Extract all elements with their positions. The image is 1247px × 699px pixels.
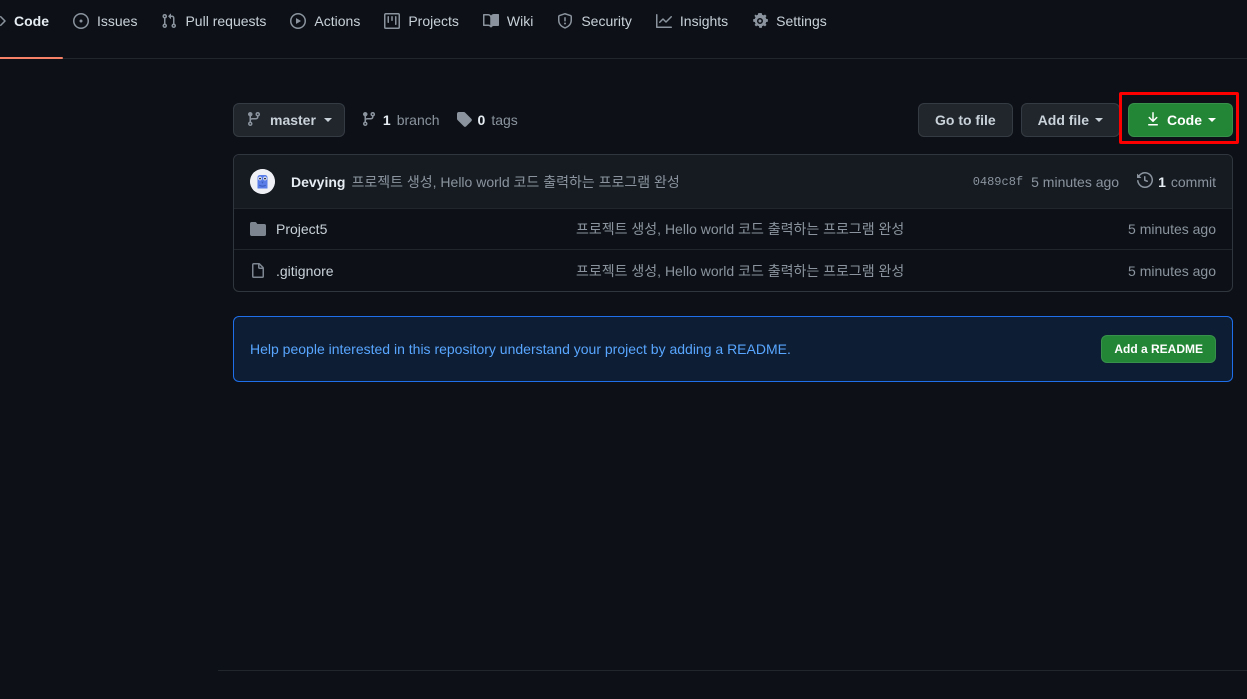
tab-issues-label: Issues: [97, 12, 138, 29]
gear-icon: [752, 12, 769, 54]
book-icon: [482, 13, 499, 54]
play-icon: [290, 12, 307, 54]
code-button-label: Code: [1167, 112, 1202, 128]
toolbar-actions: Go to file Add file Code: [917, 92, 1239, 144]
tab-issues[interactable]: Issues: [65, 0, 153, 66]
branch-count-value: 1: [382, 112, 391, 128]
commit-meta: 0489c8f 5 minutes ago 1 commit: [973, 171, 1216, 191]
code-icon: [0, 13, 6, 54]
nav-tab-list: Code Issues Pull requests Actions Projec…: [0, 0, 843, 66]
tab-code[interactable]: Code: [0, 0, 65, 66]
file-commit-message[interactable]: 프로젝트 생성, Hello world 코드 출력하는 프로그램 완성: [576, 219, 1128, 239]
latest-commit-row: Devying 프로젝트 생성, Hello world 코드 출력하는 프로그…: [234, 155, 1232, 209]
tab-insights[interactable]: Insights: [648, 0, 744, 66]
git-branch-icon: [246, 111, 262, 130]
chevron-down-icon: [323, 118, 332, 122]
tab-settings[interactable]: Settings: [744, 0, 843, 66]
tab-insights-label: Insights: [679, 12, 729, 29]
download-icon: [1145, 111, 1161, 130]
issue-opened-icon: [73, 12, 89, 54]
branch-name-label: master: [270, 112, 316, 128]
file-timestamp: 5 minutes ago: [1128, 221, 1216, 237]
active-tab-underline: [0, 57, 63, 59]
tab-security[interactable]: Security: [549, 0, 648, 66]
readme-prompt-banner: Help people interested in this repositor…: [233, 316, 1233, 382]
branch-selector-button[interactable]: master: [233, 103, 345, 137]
tag-icon: [456, 111, 472, 130]
file-commit-message[interactable]: 프로젝트 생성, Hello world 코드 출력하는 프로그램 완성: [576, 261, 1128, 281]
tab-pull-requests[interactable]: Pull requests: [153, 0, 282, 66]
file-name-link[interactable]: Project5: [276, 221, 576, 237]
tab-wiki[interactable]: Wiki: [475, 0, 549, 66]
commit-count-value: 1: [1158, 173, 1166, 190]
add-readme-button[interactable]: Add a README: [1101, 335, 1216, 363]
tag-count-link[interactable]: 0 tags: [456, 111, 518, 130]
readme-prompt-text[interactable]: Help people interested in this repositor…: [250, 341, 791, 357]
shield-icon: [557, 12, 573, 54]
code-button[interactable]: Code: [1128, 103, 1233, 137]
page-bottom-divider: [218, 670, 1247, 671]
graph-icon: [655, 13, 672, 54]
tab-settings-label: Settings: [776, 12, 827, 29]
tab-security-label: Security: [581, 12, 632, 29]
commit-count-label: commit: [1170, 173, 1216, 190]
branch-count-label: branch: [396, 112, 440, 128]
chevron-down-icon: [1095, 118, 1103, 122]
tag-count-label: tags: [491, 112, 518, 128]
git-branch-icon: [361, 111, 377, 130]
tab-projects-label: Projects: [408, 12, 459, 29]
go-to-file-button[interactable]: Go to file: [917, 103, 1013, 137]
tab-pull-requests-label: Pull requests: [185, 12, 267, 29]
tab-actions[interactable]: Actions: [282, 0, 376, 66]
project-icon: [384, 12, 401, 54]
tag-count-value: 0: [477, 112, 486, 128]
file-list-container: Devying 프로젝트 생성, Hello world 코드 출력하는 프로그…: [233, 154, 1233, 292]
branch-count-link[interactable]: 1 branch: [361, 111, 440, 130]
folder-icon: [250, 221, 266, 237]
git-pull-request-icon: [161, 13, 177, 54]
add-file-label: Add file: [1037, 112, 1089, 128]
table-row[interactable]: .gitignore 프로젝트 생성, Hello world 코드 출력하는 …: [234, 250, 1232, 291]
file-timestamp: 5 minutes ago: [1128, 262, 1216, 279]
tab-code-label: Code: [14, 12, 49, 29]
commit-count-link[interactable]: 1 commit: [1137, 171, 1216, 191]
file-navigation-toolbar: master 1 branch 0 tags Go to file Add fi…: [233, 92, 1239, 144]
go-to-file-label: Go to file: [934, 112, 996, 128]
repo-navigation: Code Issues Pull requests Actions Projec…: [0, 0, 1247, 66]
add-file-button[interactable]: Add file: [1020, 103, 1120, 137]
file-name-link[interactable]: .gitignore: [276, 263, 576, 279]
code-button-wrapper: Code: [1119, 92, 1239, 144]
chevron-down-icon: [1208, 118, 1216, 122]
commit-timestamp: 5 minutes ago: [1031, 173, 1120, 190]
file-icon: [250, 262, 266, 279]
tab-wiki-label: Wiki: [506, 12, 534, 29]
avatar[interactable]: [250, 169, 275, 194]
tab-actions-label: Actions: [314, 12, 361, 29]
commit-sha-link[interactable]: 0489c8f: [973, 175, 1023, 189]
repo-content: master 1 branch 0 tags Go to file Add fi…: [233, 66, 1239, 382]
history-icon: [1137, 171, 1154, 191]
table-row[interactable]: Project5 프로젝트 생성, Hello world 코드 출력하는 프로…: [234, 209, 1232, 250]
commit-message-link[interactable]: 프로젝트 생성, Hello world 코드 출력하는 프로그램 완성: [351, 172, 679, 192]
tab-projects[interactable]: Projects: [376, 0, 475, 66]
commit-author-link[interactable]: Devying: [291, 174, 345, 190]
